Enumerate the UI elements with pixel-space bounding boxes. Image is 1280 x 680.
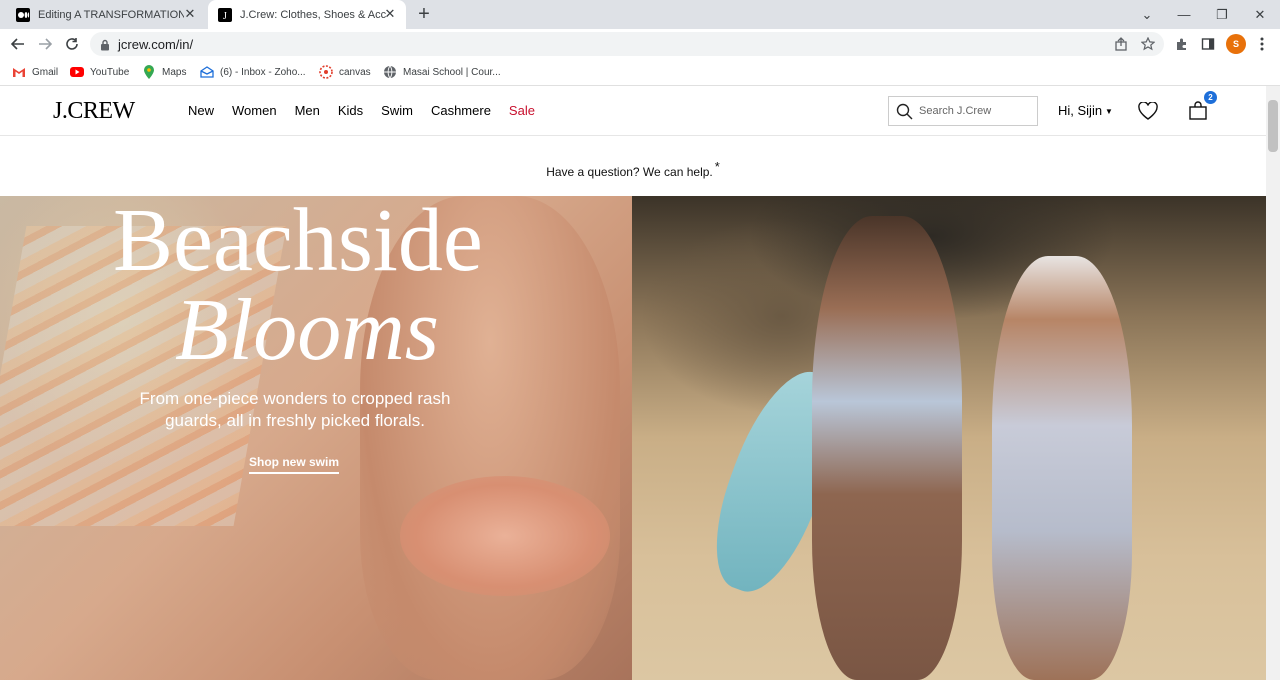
bag-count-badge: 2 — [1204, 91, 1217, 104]
promo-asterisk: * — [714, 159, 720, 174]
bookmark-label: Masai School | Cour... — [403, 66, 501, 78]
hero-headline-line1: Beachside — [113, 191, 483, 290]
promo-text[interactable]: Have a question? We can help. — [546, 165, 713, 179]
close-icon[interactable]: ✕ — [183, 7, 197, 21]
nav-sale[interactable]: Sale — [509, 103, 535, 118]
address-bar[interactable]: jcrew.com/in/ — [90, 32, 1164, 56]
lock-icon[interactable] — [100, 38, 110, 56]
browser-toolbar: jcrew.com/in/ S — [0, 29, 1280, 59]
caret-down-icon[interactable]: ▼ — [1105, 107, 1113, 116]
browser-tabstrip: Editing A TRANSFORMATION INT ✕ J J.Crew:… — [0, 0, 1280, 29]
maximize-button[interactable]: ❐ — [1204, 0, 1240, 29]
bookmarks-bar: Gmail YouTube Maps (6) - Inbox - Zoho...… — [0, 59, 1280, 86]
url-text: jcrew.com/in/ — [118, 37, 194, 52]
bookmark-label: (6) - Inbox - Zoho... — [220, 66, 306, 78]
forward-arrow-icon[interactable] — [35, 34, 55, 54]
kebab-menu-icon[interactable] — [1254, 36, 1270, 52]
new-tab-button[interactable]: + — [414, 4, 434, 24]
surfer-figure-left — [812, 216, 962, 680]
search-placeholder: Search J.Crew — [919, 105, 992, 117]
tab-title: J.Crew: Clothes, Shoes & Accesso — [240, 8, 386, 21]
zoho-icon — [200, 65, 214, 79]
hero-headline-line2: Blooms — [175, 282, 439, 379]
nav-women[interactable]: Women — [232, 103, 277, 118]
hero-subtext: From one-piece wonders to cropped rash g… — [139, 389, 451, 430]
bookmark-gmail[interactable]: Gmail — [12, 64, 58, 80]
tab-search-chevron-icon[interactable]: ⌄ — [1129, 0, 1165, 29]
gmail-icon — [12, 65, 26, 79]
tab-title: Editing A TRANSFORMATION INT — [38, 8, 184, 21]
reload-icon[interactable] — [62, 34, 82, 54]
bookmark-masai[interactable]: Masai School | Cour... — [383, 64, 501, 80]
shop-new-swim-link[interactable]: Shop new swim — [249, 455, 340, 474]
close-icon[interactable]: ✕ — [383, 7, 397, 21]
bookmark-label: Maps — [162, 66, 187, 78]
page-scrollbar[interactable] — [1266, 86, 1280, 680]
bookmark-star-icon[interactable] — [1140, 36, 1156, 51]
back-arrow-icon[interactable] — [8, 34, 28, 54]
maps-icon — [142, 65, 156, 79]
browser-tab-jcrew[interactable]: J J.Crew: Clothes, Shoes & Accesso ✕ — [208, 0, 406, 29]
floral-swimsuit-shape — [400, 476, 610, 596]
jcrew-logo[interactable]: J.CREW — [53, 98, 135, 125]
youtube-icon — [70, 65, 84, 79]
bookmark-zoho-inbox[interactable]: (6) - Inbox - Zoho... — [200, 64, 306, 80]
bookmark-label: canvas — [339, 66, 371, 78]
globe-icon — [383, 65, 397, 79]
wishlist-heart-icon[interactable] — [1138, 101, 1158, 122]
canvas-icon — [319, 65, 333, 79]
extensions-puzzle-icon[interactable] — [1174, 36, 1190, 52]
site-header: J.CREW New Women Men Kids Swim Cashmere … — [0, 86, 1266, 136]
bookmark-maps[interactable]: Maps — [142, 64, 186, 80]
nav-kids[interactable]: Kids — [338, 103, 363, 118]
bookmark-label: YouTube — [90, 66, 130, 78]
shopping-bag-icon[interactable] — [1188, 101, 1208, 121]
nav-men[interactable]: Men — [295, 103, 320, 118]
jcrew-icon: J — [218, 7, 232, 22]
profile-avatar[interactable]: S — [1226, 34, 1246, 54]
side-panel-icon[interactable] — [1200, 36, 1216, 52]
browser-tab-editing[interactable]: Editing A TRANSFORMATION INT ✕ — [6, 0, 206, 29]
bookmark-canvas[interactable]: canvas — [319, 64, 371, 80]
surfer-figure-right — [992, 256, 1132, 680]
promo-banner: Have a question? We can help. * — [0, 137, 1266, 196]
hero-image-right[interactable] — [632, 196, 1266, 680]
scrollbar-thumb[interactable] — [1268, 100, 1278, 152]
nav-swim[interactable]: Swim — [381, 103, 413, 118]
share-icon[interactable] — [1114, 37, 1128, 51]
nav-cashmere[interactable]: Cashmere — [431, 103, 491, 118]
account-greeting[interactable]: Hi, Sijin — [1058, 103, 1102, 118]
svg-text:J: J — [223, 11, 227, 22]
main-nav: New Women Men Kids Swim Cashmere Sale — [188, 103, 553, 118]
minimize-button[interactable]: — — [1166, 0, 1202, 29]
window-close-button[interactable]: ✕ — [1242, 0, 1278, 29]
bookmark-label: Gmail — [32, 66, 59, 78]
search-input[interactable]: Search J.Crew — [888, 96, 1038, 126]
nav-new[interactable]: New — [188, 103, 214, 118]
medium-icon — [16, 7, 30, 22]
search-icon — [896, 103, 913, 125]
bookmark-youtube[interactable]: YouTube — [70, 64, 129, 80]
